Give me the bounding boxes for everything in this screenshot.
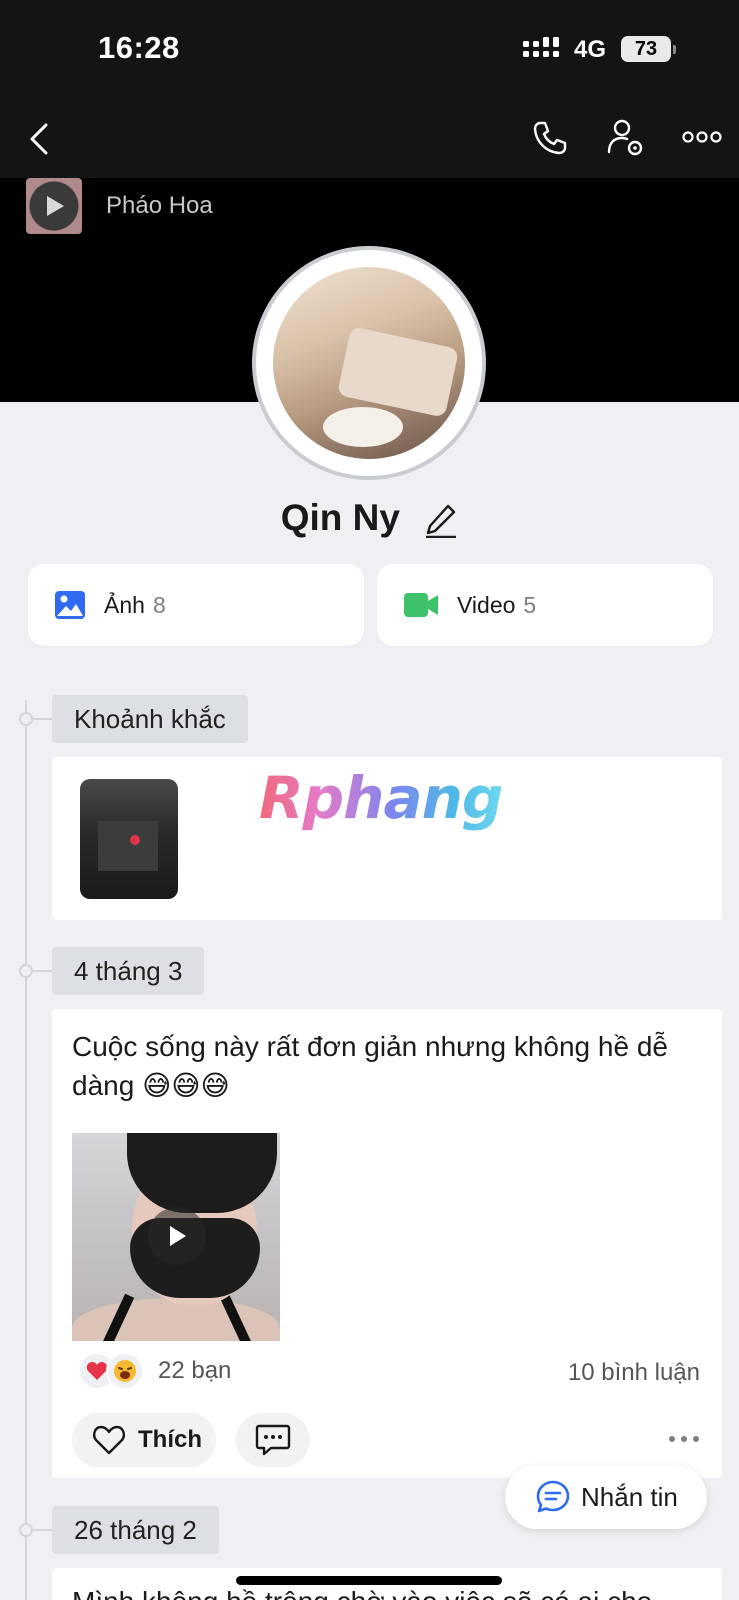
photos-count: 8 <box>152 591 166 618</box>
profile-music[interactable]: Pháo Hoa <box>26 178 213 234</box>
more-horizontal-icon[interactable] <box>668 1435 700 1443</box>
network-type: 4G <box>574 36 607 63</box>
chat-bubble-icon <box>536 1480 570 1513</box>
videos-count: 5 <box>523 591 537 618</box>
videos-label: Video <box>457 591 516 618</box>
music-title: Pháo Hoa <box>106 192 213 219</box>
photos-label: Ảnh <box>104 591 145 618</box>
status-bar: 16:28 4G 73 <box>0 0 739 100</box>
moment-thumbnail[interactable] <box>80 779 178 899</box>
post-text: Mình không hề trông chờ vào việc sẽ có a… <box>72 1586 652 1600</box>
heart-icon <box>130 835 140 845</box>
like-button[interactable]: Thích <box>72 1413 216 1467</box>
play-button[interactable] <box>148 1207 206 1265</box>
heart-outline-icon <box>93 1425 125 1455</box>
laugh-reaction-icon <box>106 1352 144 1390</box>
play-icon <box>47 196 64 216</box>
timeline-line <box>25 700 27 1600</box>
message-button[interactable]: Nhắn tin <box>505 1465 707 1529</box>
edit-pencil-icon[interactable] <box>424 502 458 539</box>
video-camera-icon <box>404 593 438 617</box>
reaction-summary[interactable]: 22 bạn <box>78 1351 231 1391</box>
profile-name: Qin Ny <box>0 497 739 539</box>
top-nav-bar <box>0 100 739 178</box>
reaction-count: 22 bạn <box>158 1357 232 1384</box>
timeline-date: 4 tháng 3 <box>52 947 205 995</box>
photos-button[interactable]: Ảnh 8 <box>28 564 364 646</box>
timeline-tick <box>33 970 53 972</box>
comment-icon <box>255 1424 291 1456</box>
profile-name-text: Qin Ny <box>280 497 400 538</box>
comment-count[interactable]: 10 bình luận <box>568 1359 700 1387</box>
timeline-tick <box>33 718 53 720</box>
message-button-label: Nhắn tin <box>581 1481 678 1512</box>
user-gear-icon[interactable] <box>607 118 645 158</box>
videos-button[interactable]: Video 5 <box>377 564 713 646</box>
avatar[interactable] <box>252 246 486 480</box>
timeline-date-moments: Khoảnh khắc <box>52 695 248 743</box>
avatar-photo <box>273 267 465 459</box>
timeline-dot <box>19 1523 33 1537</box>
post-video-thumbnail[interactable] <box>72 1133 280 1341</box>
status-time: 16:28 <box>98 30 180 65</box>
phone-icon[interactable] <box>532 120 568 156</box>
post-text: Cuộc sống này rất đơn giản nhưng không h… <box>72 1031 668 1101</box>
timeline-dot <box>19 964 33 978</box>
comment-button[interactable] <box>236 1413 310 1467</box>
battery-indicator: 73 <box>621 36 676 62</box>
music-thumbnail[interactable] <box>26 178 82 234</box>
signal-icon <box>523 37 559 57</box>
chevron-left-icon[interactable] <box>28 122 50 156</box>
post-card: Cuộc sống này rất đơn giản nhưng không h… <box>52 1009 722 1478</box>
timeline-tick <box>33 1529 53 1531</box>
play-icon <box>170 1226 186 1246</box>
timeline-date: 26 tháng 2 <box>52 1506 219 1554</box>
home-indicator <box>236 1576 502 1585</box>
image-icon <box>55 591 85 619</box>
watermark-logo: Rphang <box>259 764 503 832</box>
like-label: Thích <box>138 1426 202 1453</box>
timeline-dot <box>19 712 33 726</box>
more-horizontal-icon[interactable] <box>682 130 722 144</box>
